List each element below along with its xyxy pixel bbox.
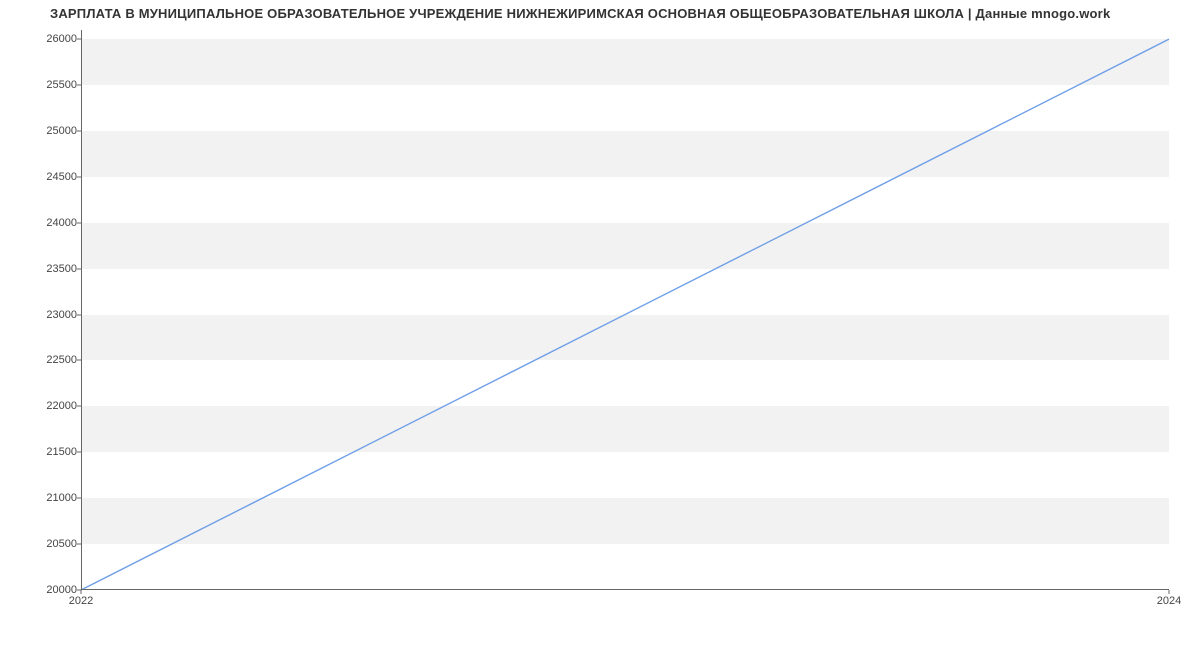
- y-tick-label: 24500: [25, 171, 77, 183]
- y-tick-mark: [77, 452, 81, 453]
- y-tick-mark: [77, 85, 81, 86]
- y-tick-mark: [77, 406, 81, 407]
- y-tick-mark: [77, 222, 81, 223]
- x-tick-mark: [81, 590, 82, 594]
- y-tick-mark: [77, 268, 81, 269]
- line-series: [81, 30, 1169, 590]
- y-tick-label: 24000: [25, 217, 77, 229]
- x-tick-mark: [1169, 590, 1170, 594]
- y-tick-mark: [77, 360, 81, 361]
- y-tick-label: 22500: [25, 354, 77, 366]
- y-tick-label: 23500: [25, 263, 77, 275]
- y-tick-label: 21500: [25, 446, 77, 458]
- y-tick-mark: [77, 176, 81, 177]
- x-axis-line: [81, 589, 1169, 590]
- y-tick-mark: [77, 314, 81, 315]
- plot-area: [81, 30, 1169, 590]
- y-tick-label: 22000: [25, 400, 77, 412]
- x-tick-label: 2024: [1157, 595, 1181, 607]
- y-tick-label: 26000: [25, 33, 77, 45]
- x-tick-label: 2022: [69, 595, 93, 607]
- y-tick-mark: [77, 130, 81, 131]
- y-tick-label: 25000: [25, 125, 77, 137]
- y-tick-mark: [77, 544, 81, 545]
- y-tick-label: 20500: [25, 538, 77, 550]
- y-tick-label: 21000: [25, 492, 77, 504]
- y-tick-mark: [77, 39, 81, 40]
- y-tick-label: 23000: [25, 309, 77, 321]
- series-salary: [81, 39, 1169, 590]
- y-tick-mark: [77, 498, 81, 499]
- y-tick-label: 25500: [25, 79, 77, 91]
- chart-title: ЗАРПЛАТА В МУНИЦИПАЛЬНОЕ ОБРАЗОВАТЕЛЬНОЕ…: [50, 6, 1188, 21]
- chart-container: ЗАРПЛАТА В МУНИЦИПАЛЬНОЕ ОБРАЗОВАТЕЛЬНОЕ…: [0, 0, 1200, 650]
- y-axis-line: [81, 30, 82, 590]
